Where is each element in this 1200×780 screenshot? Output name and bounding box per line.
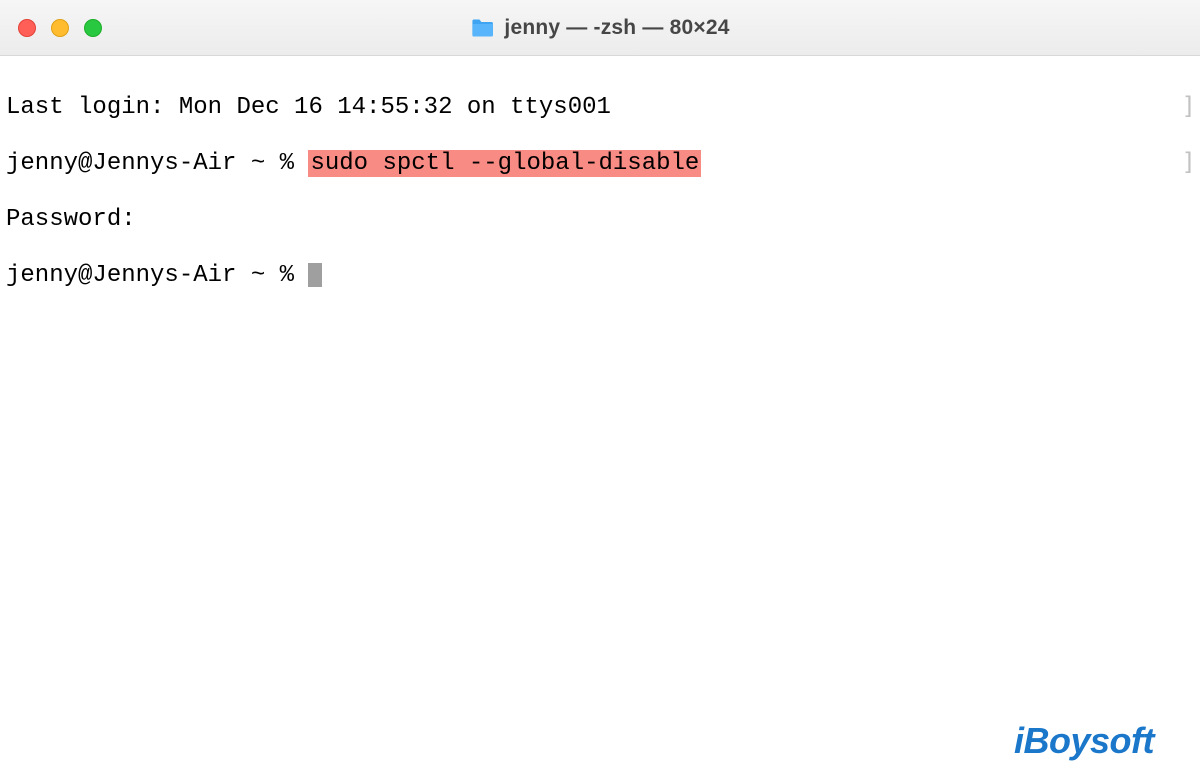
entered-command: sudo spctl --global-disable bbox=[308, 150, 701, 177]
bracket-indicator: ] bbox=[1182, 148, 1196, 176]
last-login-line: Last login: Mon Dec 16 14:55:32 on ttys0… bbox=[6, 94, 1194, 122]
command-line: jenny@Jennys-Air ~ % sudo spctl --global… bbox=[6, 150, 1194, 178]
watermark-logo: iBoysoft bbox=[1014, 720, 1154, 762]
close-button[interactable] bbox=[18, 19, 36, 37]
maximize-button[interactable] bbox=[84, 19, 102, 37]
folder-icon bbox=[470, 18, 494, 38]
terminal-content[interactable]: Last login: Mon Dec 16 14:55:32 on ttys0… bbox=[0, 56, 1200, 328]
prompt-1: jenny@Jennys-Air ~ % bbox=[6, 150, 308, 177]
password-prompt-line: Password: bbox=[6, 206, 1194, 234]
current-prompt-line: jenny@Jennys-Air ~ % bbox=[6, 262, 1194, 290]
window-controls bbox=[18, 19, 102, 37]
cursor bbox=[308, 263, 322, 287]
minimize-button[interactable] bbox=[51, 19, 69, 37]
window-titlebar: jenny — -zsh — 80×24 bbox=[0, 0, 1200, 56]
prompt-2: jenny@Jennys-Air ~ % bbox=[6, 262, 308, 289]
window-title-text: jenny — -zsh — 80×24 bbox=[504, 16, 729, 40]
bracket-indicator: ] bbox=[1182, 92, 1196, 120]
window-title: jenny — -zsh — 80×24 bbox=[470, 16, 729, 40]
